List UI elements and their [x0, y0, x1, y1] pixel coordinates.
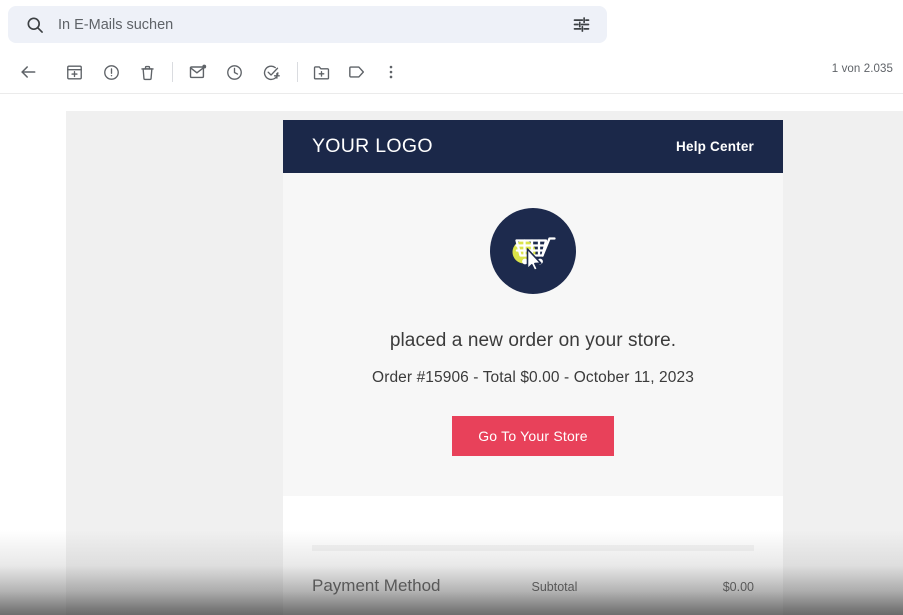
more-options-button[interactable]: [376, 57, 406, 87]
brand-logo: YOUR LOGO: [312, 135, 433, 157]
label-button[interactable]: [342, 57, 372, 87]
move-to-button[interactable]: [306, 57, 336, 87]
cta-container: Go To Your Store: [283, 416, 783, 456]
shopping-cart-cursor-icon: [490, 208, 576, 294]
report-spam-button[interactable]: [96, 57, 126, 87]
payment-summary-row: Payment Method Subtotal $0.00: [283, 576, 783, 596]
delete-button[interactable]: [132, 57, 162, 87]
help-center-link[interactable]: Help Center: [676, 139, 754, 154]
search-field[interactable]: [8, 6, 607, 43]
mark-unread-button[interactable]: [183, 57, 213, 87]
go-to-store-button[interactable]: Go To Your Store: [452, 416, 614, 456]
subtotal-value: $0.00: [722, 580, 754, 594]
order-summary-line: Order #15906 - Total $0.00 - October 11,…: [372, 369, 694, 386]
toolbar-separator: [172, 62, 173, 82]
search-input[interactable]: [58, 6, 569, 43]
email-details-section: Payment Method Subtotal $0.00: [283, 496, 783, 615]
archive-button[interactable]: [59, 57, 89, 87]
toolbar-separator: [297, 62, 298, 82]
email-content-card: YOUR LOGO Help Center placed a new order…: [283, 120, 783, 615]
search-bar: [0, 0, 903, 49]
email-hero-section: placed a new order on your store. Order …: [283, 173, 783, 496]
payment-method-title: Payment Method: [312, 576, 441, 595]
subtotal-label: Subtotal: [531, 580, 578, 594]
message-toolbar: 1 von 2.035: [0, 49, 903, 94]
add-to-tasks-button[interactable]: [256, 57, 286, 87]
email-brand-header: YOUR LOGO Help Center: [283, 120, 783, 173]
section-divider: [312, 545, 754, 551]
tune-filter-icon[interactable]: [569, 13, 593, 37]
message-counter: 1 von 2.035: [831, 63, 893, 75]
snooze-button[interactable]: [219, 57, 249, 87]
email-body-viewport: YOUR LOGO Help Center placed a new order…: [0, 95, 903, 615]
search-icon: [24, 14, 46, 36]
gmail-message-view: 1 von 2.035 YOUR LOGO Help Center: [0, 0, 903, 615]
order-headline: placed a new order on your store.: [389, 330, 677, 351]
email-outer-background: YOUR LOGO Help Center placed a new order…: [66, 111, 903, 615]
back-button[interactable]: [13, 57, 43, 87]
